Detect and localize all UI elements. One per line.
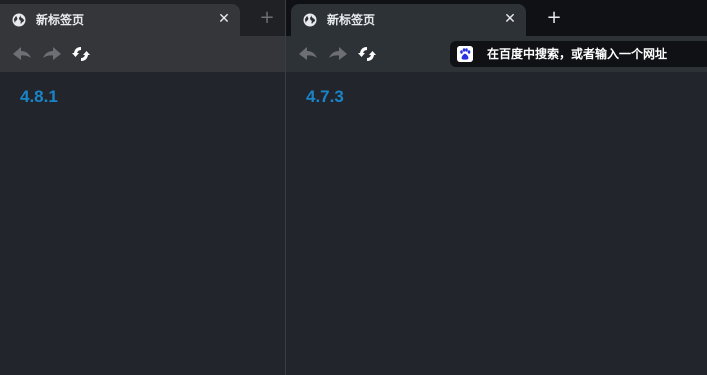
- reload-icon[interactable]: [71, 45, 91, 63]
- tab-new-tab[interactable]: 新标签页 ✕: [0, 4, 240, 36]
- address-bar-placeholder: 在百度中搜索，或者输入一个网址: [487, 47, 668, 61]
- browser-window-left: 新标签页 ✕ + 4.8.1: [0, 0, 285, 375]
- tab-bar: 新标签页 ✕ +: [0, 0, 285, 36]
- toolbar: 在百度中搜索，或者输入一个网址: [286, 36, 707, 72]
- address-bar[interactable]: 在百度中搜索，或者输入一个网址: [450, 41, 707, 67]
- page-content: 4.7.3: [286, 72, 707, 375]
- new-tab-plus-icon[interactable]: +: [258, 9, 276, 27]
- new-tab-plus-icon[interactable]: +: [545, 9, 563, 27]
- version-label: 4.8.1: [20, 87, 58, 106]
- tab-title: 新标签页: [36, 13, 85, 27]
- baidu-icon: [457, 46, 473, 62]
- globe-icon: [303, 13, 317, 27]
- forward-arrow-icon[interactable]: [42, 45, 62, 63]
- version-label: 4.7.3: [306, 87, 344, 106]
- reload-icon[interactable]: [357, 45, 377, 63]
- page-content: 4.8.1: [0, 72, 285, 375]
- back-arrow-icon[interactable]: [298, 45, 318, 63]
- toolbar: [0, 36, 285, 72]
- tab-bar: 新标签页 ✕ +: [286, 0, 707, 36]
- back-arrow-icon[interactable]: [12, 45, 32, 63]
- close-icon[interactable]: ✕: [502, 11, 518, 27]
- close-icon[interactable]: ✕: [216, 11, 232, 27]
- tab-title: 新标签页: [327, 13, 376, 27]
- globe-icon: [12, 13, 26, 27]
- forward-arrow-icon[interactable]: [328, 45, 348, 63]
- browser-window-right: 新标签页 ✕ + 在百度中搜索，或者输入一个网址 4.7.3: [285, 0, 707, 375]
- tab-new-tab[interactable]: 新标签页 ✕: [291, 4, 526, 36]
